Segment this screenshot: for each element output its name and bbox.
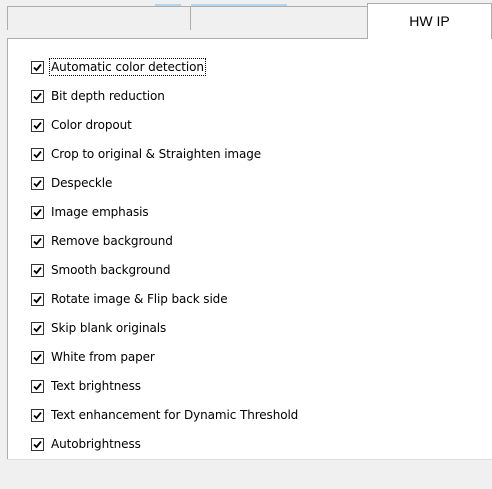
checkmark-icon — [33, 63, 42, 72]
checkbox-label: Autobrightness — [51, 437, 141, 451]
checkmark-icon — [33, 440, 42, 449]
checkbox-label: Color dropout — [51, 118, 132, 132]
checkmark-icon — [33, 382, 42, 391]
checkmark-icon — [33, 295, 42, 304]
checkbox-option[interactable]: Remove background — [31, 233, 299, 262]
checkbox-option[interactable]: Smooth background — [31, 262, 299, 291]
checkmark-icon — [33, 411, 42, 420]
checkbox-option[interactable]: Skip blank originals — [31, 320, 299, 349]
checkmark-icon — [33, 150, 42, 159]
checkbox[interactable] — [31, 235, 44, 248]
checkbox-option[interactable]: Image emphasis — [31, 204, 299, 233]
checkbox-option[interactable]: Color dropout — [31, 117, 299, 146]
options-list: Automatic color detection Bit depth reduc… — [31, 58, 299, 465]
checkbox-label: Skip blank originals — [51, 321, 167, 335]
checkmark-icon — [33, 353, 42, 362]
checkbox-label: White from paper — [51, 350, 155, 364]
checkbox-option[interactable]: Autobrightness — [31, 436, 299, 465]
checkmark-icon — [33, 179, 42, 188]
checkbox-label: Text brightness — [51, 379, 141, 393]
checkbox[interactable] — [31, 409, 44, 422]
checkbox-option[interactable]: Despeckle — [31, 175, 299, 204]
checkmark-icon — [33, 92, 42, 101]
checkmark-icon — [33, 208, 42, 217]
tab-hw-ip-label: HW IP — [409, 12, 450, 29]
checkbox[interactable] — [31, 264, 44, 277]
checkmark-icon — [33, 237, 42, 246]
checkbox-option[interactable]: Rotate image & Flip back side — [31, 291, 299, 320]
checkbox[interactable] — [31, 380, 44, 393]
checkbox[interactable] — [31, 61, 44, 74]
checkbox-label: Automatic color detection — [49, 58, 206, 76]
tab-2[interactable] — [190, 6, 368, 30]
checkbox[interactable] — [31, 351, 44, 364]
checkmark-icon — [33, 266, 42, 275]
checkbox-label: Remove background — [51, 234, 173, 248]
checkbox[interactable] — [31, 177, 44, 190]
checkbox-label: Rotate image & Flip back side — [51, 292, 228, 306]
tab-strip: HW IP — [0, 0, 492, 39]
checkbox[interactable] — [31, 293, 44, 306]
checkbox[interactable] — [31, 322, 44, 335]
checkbox-label: Crop to original & Straighten image — [51, 147, 262, 161]
checkbox[interactable] — [31, 206, 44, 219]
checkbox[interactable] — [31, 438, 44, 451]
checkbox[interactable] — [31, 148, 44, 161]
checkmark-icon — [33, 324, 42, 333]
tab-hw-ip[interactable]: HW IP — [367, 3, 492, 39]
tab-1[interactable] — [7, 6, 191, 30]
checkbox-option[interactable]: Crop to original & Straighten image — [31, 146, 299, 175]
checkbox[interactable] — [31, 90, 44, 103]
checkbox-option[interactable]: Text enhancement for Dynamic Threshold — [31, 407, 299, 436]
checkbox-label: Text enhancement for Dynamic Threshold — [51, 408, 299, 422]
checkbox-label: Image emphasis — [51, 205, 149, 219]
checkbox[interactable] — [31, 119, 44, 132]
checkbox-label: Bit depth reduction — [51, 89, 165, 103]
checkbox-label: Smooth background — [51, 263, 171, 277]
checkbox-option[interactable]: Bit depth reduction — [31, 88, 299, 117]
checkbox-option[interactable]: White from paper — [31, 349, 299, 378]
checkbox-label: Despeckle — [51, 176, 113, 190]
checkbox-option[interactable]: Automatic color detection — [31, 58, 299, 88]
checkmark-icon — [33, 121, 42, 130]
checkbox-option[interactable]: Text brightness — [31, 378, 299, 407]
